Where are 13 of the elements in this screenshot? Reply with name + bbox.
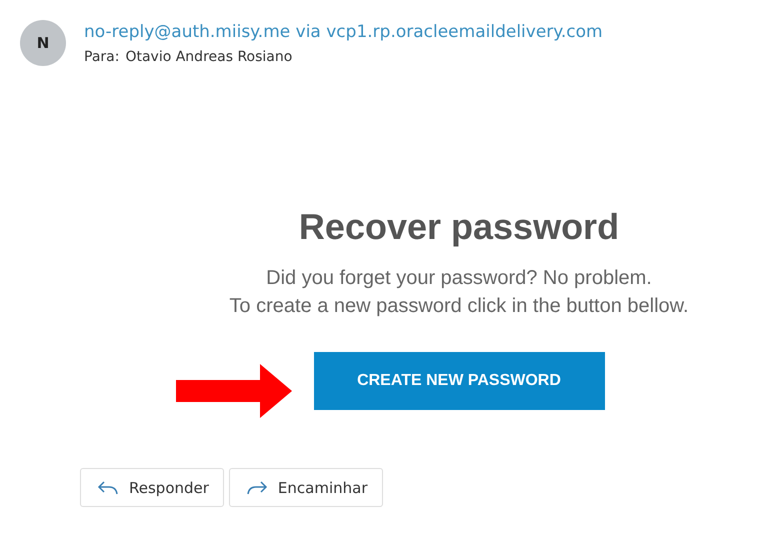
reply-icon <box>97 480 119 496</box>
reply-button[interactable]: Responder <box>80 468 224 507</box>
arrow-icon <box>176 364 292 418</box>
sender-address: no-reply@auth.miisy.me via vcp1.rp.oracleemaildelivery.com <box>84 22 603 42</box>
to-label: Para: <box>84 49 120 65</box>
recipient-name: Otavio Andreas Rosiano <box>125 49 292 65</box>
create-password-button[interactable]: CREATE NEW PASSWORD <box>314 352 604 410</box>
email-text: Did you forget your password? No problem. <box>265 266 653 291</box>
sender-avatar: N <box>20 20 66 66</box>
forward-button[interactable]: Encaminhar <box>228 468 382 507</box>
email-text: To create a new password click in the button bellow. <box>228 294 690 319</box>
forward-icon <box>246 480 268 496</box>
email-title: Recover password <box>298 206 620 248</box>
